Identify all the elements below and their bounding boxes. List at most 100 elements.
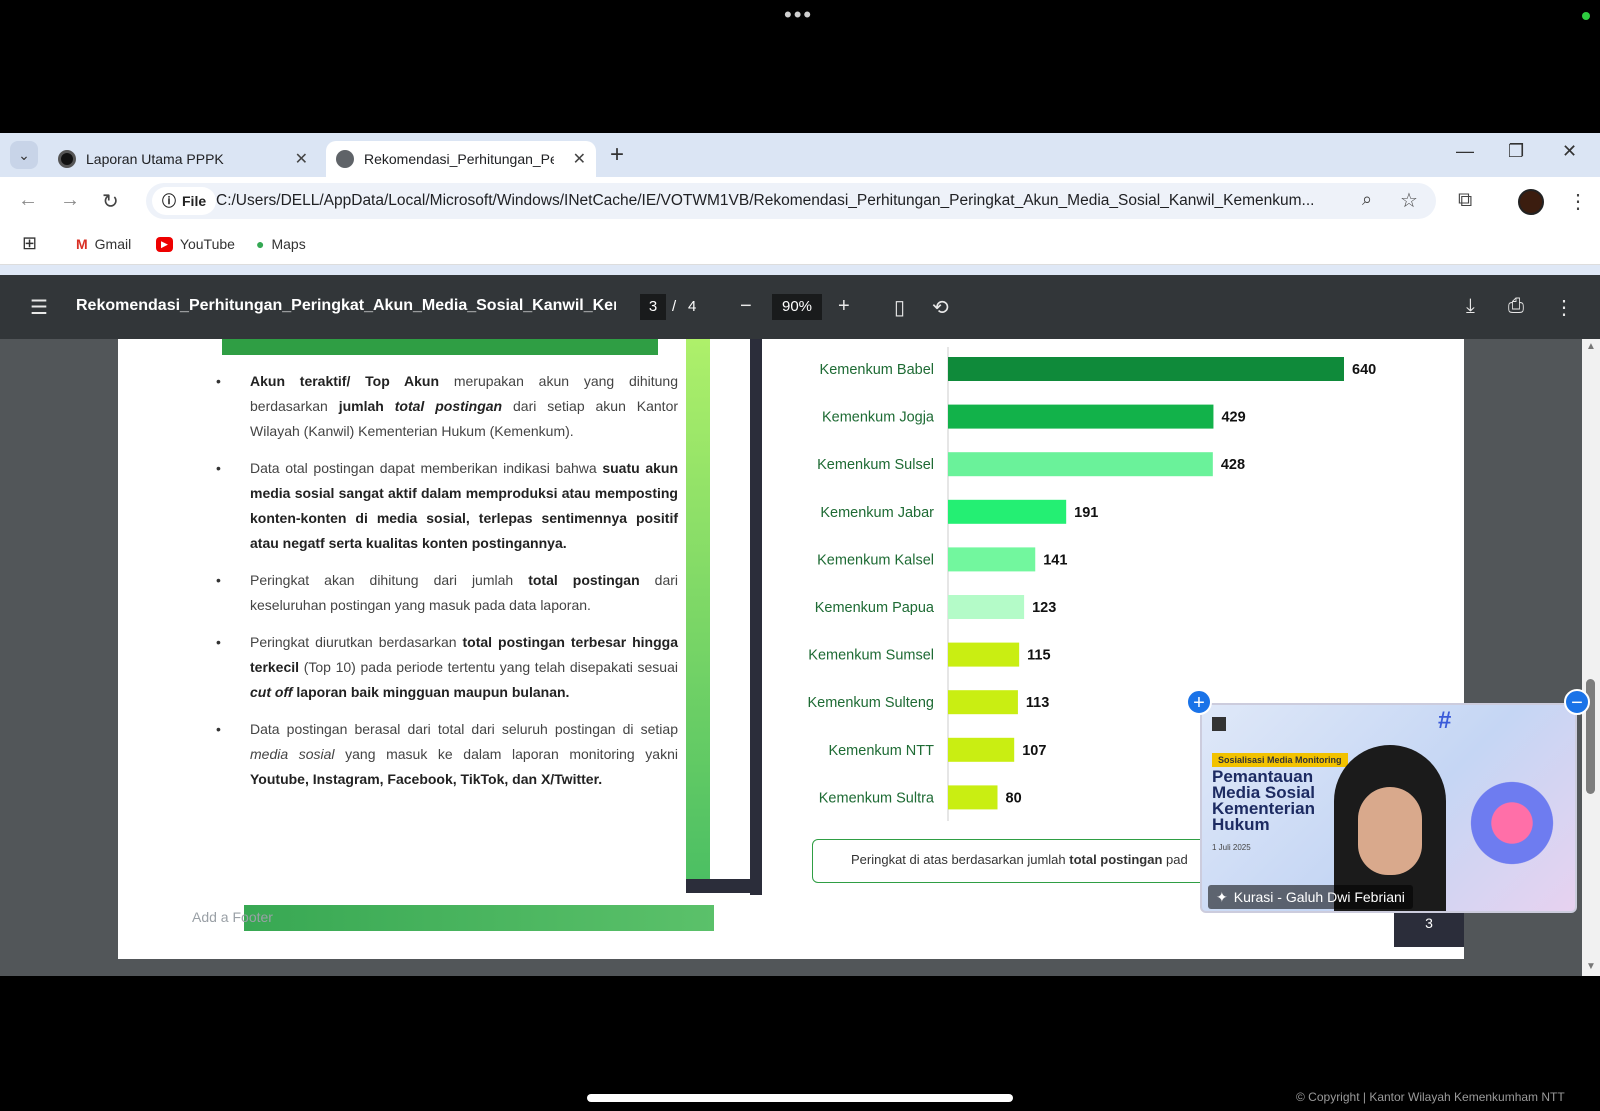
ministry-logo bbox=[1212, 717, 1226, 731]
camera-indicator-icon bbox=[1582, 12, 1590, 20]
chart-note-bold: total postingan bbox=[1069, 852, 1163, 867]
category-label: Kemenkum Jogja bbox=[822, 410, 935, 426]
bookmark-label: Gmail bbox=[94, 236, 132, 252]
bookmark-youtube[interactable]: ▶ YouTube bbox=[156, 236, 235, 252]
close-window-icon[interactable]: ✕ bbox=[1562, 141, 1577, 162]
scheme-label: File bbox=[182, 193, 207, 209]
download-icon[interactable]: ⤓ bbox=[1466, 295, 1475, 318]
bullet-text-run: (Top 10) pada periode tertentu yang tela… bbox=[299, 659, 678, 675]
window-handle-dots[interactable]: ••• bbox=[784, 4, 813, 26]
bullet-text-run: jumlah bbox=[338, 398, 395, 414]
bookmark-gmail[interactable]: M Gmail bbox=[76, 236, 131, 252]
scroll-up-icon[interactable]: ▲ bbox=[1586, 341, 1596, 352]
bar bbox=[948, 737, 1015, 762]
category-label: Kemenkum Sulteng bbox=[807, 695, 934, 711]
bullet-item: Akun teraktif/ Top Akun merupakan akun y… bbox=[216, 369, 678, 444]
tab-search-button[interactable]: ⌄ bbox=[10, 141, 38, 169]
total-pages: 4 bbox=[688, 298, 697, 315]
data-label: 640 bbox=[1352, 362, 1376, 378]
address-bar[interactable]: ⓘ File C:/Users/DELL/AppData/Local/Micro… bbox=[146, 183, 1436, 219]
forward-arrow-icon[interactable]: → bbox=[60, 189, 80, 212]
bullet-item: Peringkat diurutkan berdasarkan total po… bbox=[216, 630, 678, 705]
add-video-button[interactable]: + bbox=[1186, 689, 1212, 715]
apps-grid-icon[interactable]: ⊞ bbox=[22, 233, 37, 254]
pin-icon: ✦ bbox=[1216, 888, 1228, 905]
data-label: 80 bbox=[1006, 790, 1022, 806]
bar bbox=[948, 642, 1020, 667]
tab-laporan-utama[interactable]: Laporan Utama PPPK ✕ bbox=[48, 141, 318, 177]
back-arrow-icon[interactable]: ← bbox=[18, 189, 38, 212]
bar bbox=[948, 357, 1344, 381]
bullet-text-run: laporan baik mingguan maupun bulanan. bbox=[292, 684, 570, 700]
category-label: Kemenkum Babel bbox=[820, 362, 934, 378]
vertical-scrollbar[interactable]: ▲ ▼ bbox=[1582, 339, 1600, 976]
video-title: Pemantauan Media Sosial Kementerian Huku… bbox=[1212, 767, 1315, 834]
extensions-icon[interactable]: ⧉ bbox=[1458, 189, 1472, 212]
category-label: Kemenkum Sumsel bbox=[808, 648, 934, 664]
decorative-footer-bar bbox=[244, 905, 714, 931]
bullet-text-run: Akun teraktif/ Top Akun bbox=[250, 373, 440, 389]
participant-label: ✦ Kurasi - Galuh Dwi Febriani bbox=[1208, 885, 1413, 909]
bullet-text-run: Data postingan berasal dari total dari s… bbox=[250, 721, 678, 737]
category-label: Kemenkum Jabar bbox=[820, 505, 934, 521]
tab-strip: ⌄ Laporan Utama PPPK ✕ Rekomendasi_Perhi… bbox=[0, 133, 1600, 177]
data-label: 123 bbox=[1032, 600, 1056, 616]
decorative-frame bbox=[686, 879, 762, 893]
data-label: 429 bbox=[1221, 410, 1245, 426]
section-header-bar bbox=[222, 339, 658, 355]
home-indicator[interactable] bbox=[587, 1094, 1013, 1102]
site-info-chip[interactable]: ⓘ File bbox=[152, 187, 217, 215]
data-label: 141 bbox=[1043, 552, 1067, 568]
new-tab-button[interactable]: + bbox=[610, 141, 624, 169]
close-tab-icon[interactable]: ✕ bbox=[573, 149, 586, 169]
site-favicon-icon bbox=[58, 150, 76, 168]
rotate-icon[interactable]: ⟲ bbox=[932, 295, 949, 320]
pdf-title: Rekomendasi_Perhitungan_Peringkat_Akun_M… bbox=[76, 297, 616, 314]
zoom-in-icon[interactable]: + bbox=[838, 295, 850, 318]
close-tab-icon[interactable]: ✕ bbox=[295, 149, 308, 169]
reload-icon[interactable]: ↻ bbox=[102, 189, 119, 214]
data-label: 191 bbox=[1074, 505, 1098, 521]
bookmark-maps[interactable]: ● Maps bbox=[256, 236, 306, 252]
bullet-item: Data postingan berasal dari total dari s… bbox=[216, 717, 678, 792]
bullet-text-run: cut off bbox=[250, 684, 293, 700]
globe-icon bbox=[336, 150, 354, 168]
zoom-icon[interactable]: ⌕ bbox=[1362, 189, 1372, 210]
data-label: 428 bbox=[1221, 457, 1245, 473]
bullet-text-run: Peringkat diurutkan berdasarkan bbox=[250, 634, 463, 650]
scroll-down-icon[interactable]: ▼ bbox=[1586, 961, 1596, 972]
bar bbox=[948, 785, 998, 810]
data-label: 107 bbox=[1022, 743, 1046, 759]
bullet-list: Akun teraktif/ Top Akun merupakan akun y… bbox=[216, 369, 678, 804]
fit-page-icon[interactable]: ▯ bbox=[894, 295, 905, 320]
bar bbox=[948, 499, 1067, 524]
bullet-item: Peringkat akan dihitung dari jumlah tota… bbox=[216, 568, 678, 618]
hashtag-icon: # bbox=[1438, 707, 1452, 734]
zoom-out-icon[interactable]: − bbox=[740, 295, 752, 318]
tab-title: Rekomendasi_Perhitungan_Peri bbox=[364, 151, 554, 167]
video-call-overlay[interactable]: Sosialisasi Media Monitoring Pemantauan … bbox=[1200, 703, 1577, 913]
minimize-video-button[interactable]: − bbox=[1564, 689, 1590, 715]
bookmark-star-icon[interactable]: ☆ bbox=[1400, 188, 1418, 213]
restore-icon[interactable]: ❐ bbox=[1508, 141, 1524, 162]
bar bbox=[948, 690, 1018, 715]
browser-menu-icon[interactable]: ⋮ bbox=[1568, 189, 1588, 214]
bullet-item: Data otal postingan dapat memberikan ind… bbox=[216, 456, 678, 556]
print-icon[interactable]: ⎙ bbox=[1508, 295, 1524, 318]
pdf-toolbar: ☰ Rekomendasi_Perhitungan_Peringkat_Akun… bbox=[0, 275, 1600, 339]
page-number-input[interactable]: 3 bbox=[640, 294, 666, 320]
info-icon: ⓘ bbox=[162, 193, 176, 209]
url-text[interactable]: C:/Users/DELL/AppData/Local/Microsoft/Wi… bbox=[216, 192, 1326, 210]
bar bbox=[948, 547, 1036, 572]
minimize-icon[interactable]: — bbox=[1456, 141, 1474, 162]
pdf-more-icon[interactable]: ⋮ bbox=[1554, 295, 1574, 320]
profile-avatar[interactable] bbox=[1518, 189, 1544, 215]
bullet-text-run: total postingan bbox=[394, 398, 503, 414]
tab-rekomendasi[interactable]: Rekomendasi_Perhitungan_Peri ✕ bbox=[326, 141, 596, 177]
bullet-text-run: Youtube, Instagram, Facebook, TikTok, da… bbox=[250, 771, 603, 787]
sidebar-menu-icon[interactable]: ☰ bbox=[30, 295, 48, 320]
category-label: Kemenkum Papua bbox=[815, 600, 935, 616]
page-separator: / bbox=[672, 298, 677, 315]
footer-placeholder: Add a Footer bbox=[192, 909, 273, 925]
zoom-level-input[interactable]: 90% bbox=[772, 294, 822, 320]
